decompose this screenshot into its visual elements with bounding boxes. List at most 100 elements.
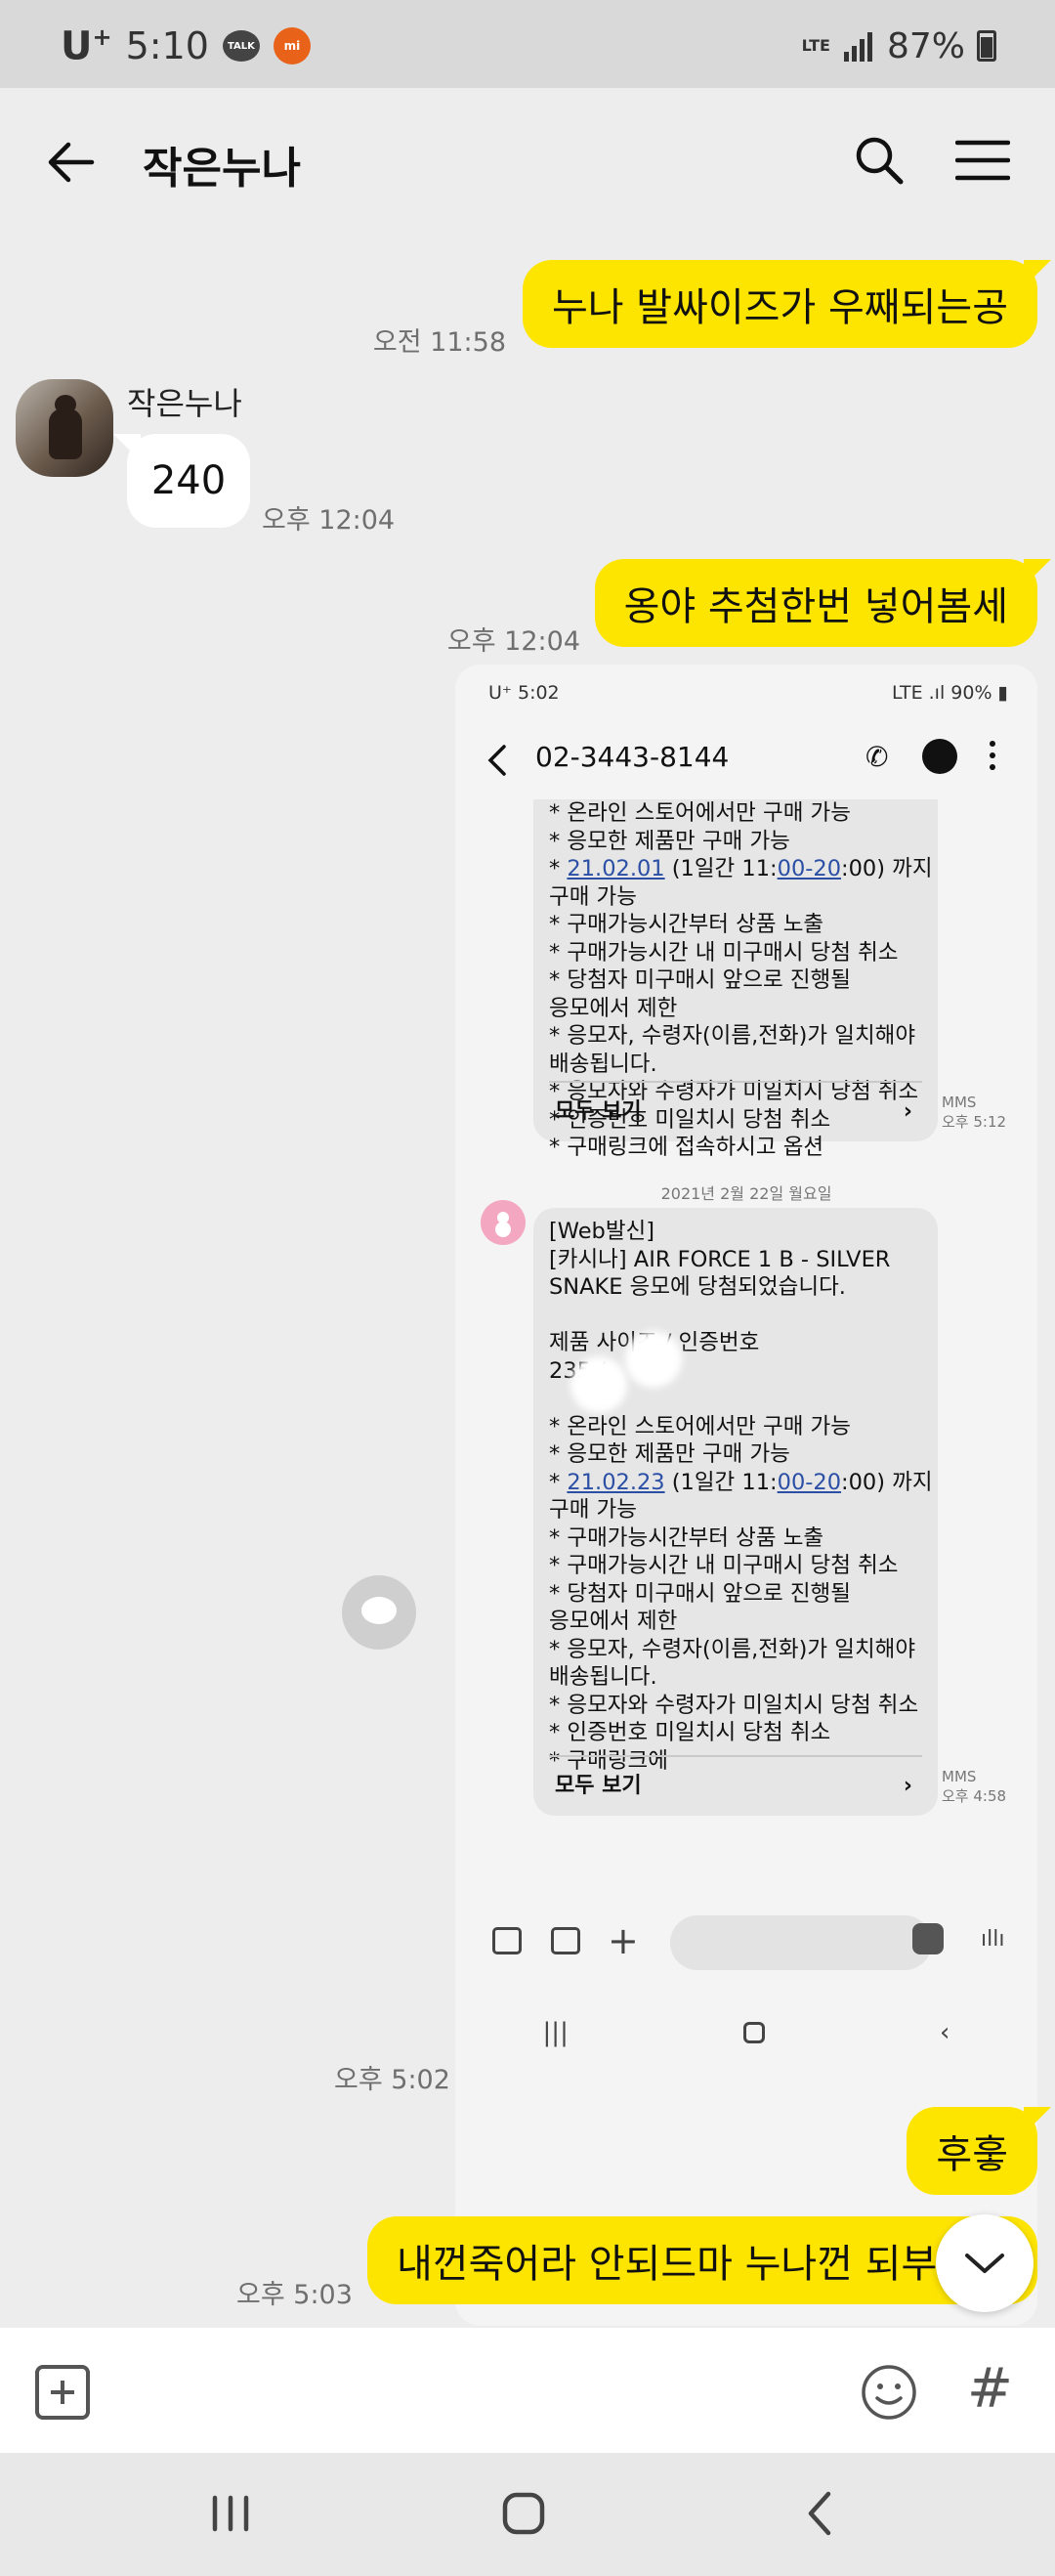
chat-area[interactable]: 누나 발싸이즈가 우째되는공 오전 11:58 작은누나 240 오후 12:0… <box>0 235 1055 2336</box>
shot-recent-icon: ||| <box>542 2018 569 2047</box>
shot-back-icon <box>487 745 506 776</box>
sms-line: * 응모자, 수령자(이름,전화)가 일치해야 <box>549 1023 916 1049</box>
shot-sender-avatar-icon <box>481 1200 526 1245</box>
shot-nav-bar: ||| ‹ <box>455 2003 1037 2062</box>
sms-line: * 21.02.23 (1일간 11:00-20:00) 까지 <box>549 1469 933 1495</box>
back-arrow-icon[interactable] <box>43 135 98 190</box>
sms-line: [Web발신] <box>549 1219 655 1244</box>
see-all-row: 모두 보기 › <box>549 1081 922 1141</box>
shot-camera-icon <box>551 1927 580 1954</box>
see-all-row: 모두 보기 › <box>549 1755 922 1816</box>
message-input[interactable] <box>117 2351 840 2429</box>
system-nav-bar <box>0 2453 1055 2576</box>
menu-icon[interactable] <box>955 139 1010 182</box>
shot-back-nav-icon: ‹ <box>940 2018 950 2047</box>
sms-line: * 당첨자 미구매시 앞으로 진행될 <box>549 1580 851 1607</box>
sms-line: * 구매가능시간부터 상품 노출 <box>549 912 824 937</box>
sms-line <box>549 1302 922 1330</box>
avatar[interactable] <box>16 379 113 477</box>
shot-plus-icon: + <box>608 1919 639 1962</box>
chevron-down-icon <box>965 2254 1004 2273</box>
sms-line: 배송됩니다. <box>549 1664 657 1690</box>
shot-gallery-icon <box>492 1927 522 1954</box>
message-bubble-sent[interactable]: 누나 발싸이즈가 우째되는공 <box>522 260 1052 348</box>
chat-header: 작은누나 <box>0 88 1055 235</box>
sms-line: * 구매가능시간부터 상품 노출 <box>549 1524 824 1551</box>
kakaotalk-notification-icon: TALK <box>222 30 260 62</box>
emoticon-icon[interactable] <box>860 2363 918 2422</box>
shot-status-right: LTE .ıl 90% ▮ <box>892 682 1008 704</box>
chevron-right-icon: › <box>903 1773 912 1798</box>
status-bar: U+ 5:10 TALK mi LTE 87% <box>0 0 1055 88</box>
redaction-blur <box>625 1331 682 1388</box>
sms-line: 응모에서 제한 <box>549 995 678 1021</box>
message-timestamp: 오후 5:03 <box>236 2280 353 2310</box>
shot-status-left: U⁺ 5:02 <box>488 682 560 704</box>
home-icon[interactable] <box>494 2484 553 2543</box>
sms-line: 제품 사이즈 / 인증번호 <box>549 1330 760 1355</box>
sms-line: 구매 가능 <box>549 883 637 910</box>
shot-phone-number: 02-3443-8144 <box>535 741 730 773</box>
sms-line: 배송됩니다. <box>549 1051 657 1077</box>
sms-line: * 응모한 제품만 구매 가능 <box>549 828 790 854</box>
signal-icon <box>843 32 872 62</box>
sms-line: 응모에서 제한 <box>549 1609 678 1634</box>
shot-home-icon <box>742 2022 765 2043</box>
add-attachment-button[interactable] <box>35 2365 90 2420</box>
back-icon[interactable] <box>791 2484 850 2543</box>
message-bubble-sent[interactable]: 옹야 추첨한번 넣어봄세 <box>594 559 1052 647</box>
shot-more-icon <box>989 741 996 776</box>
shot-sms-bubble: * 온라인 스토어에서만 구매 가능 * 응모한 제품만 구매 가능 * 21.… <box>533 799 938 1160</box>
shot-composer: + ıllı <box>455 1906 1037 1984</box>
shot-video-icon <box>922 739 957 774</box>
mi-notification-icon: mi <box>273 27 311 64</box>
shot-call-icon: ✆ <box>865 741 889 773</box>
sms-line: * 당첨자 미구매시 앞으로 진행될 <box>549 967 851 993</box>
message-timestamp: 오전 11:58 <box>372 327 506 358</box>
recent-apps-icon[interactable] <box>201 2484 260 2543</box>
sms-line: * 응모자, 수령자(이름,전화)가 일치해야 <box>549 1636 916 1662</box>
sms-line: [카시나] AIR FORCE 1 B - SILVER <box>549 1246 891 1272</box>
sms-line: 구매 가능 <box>549 1497 637 1523</box>
status-left: U+ 5:10 TALK mi <box>61 22 311 69</box>
see-all-label: 모두 보기 <box>555 1773 642 1798</box>
shot-sms-meta: MMS 오후 5:12 <box>942 1094 1007 1131</box>
sender-name: 작은누나 <box>127 385 242 422</box>
chat-title: 작은누나 <box>143 144 301 193</box>
image-message-screenshot[interactable]: U⁺ 5:02 LTE .ıl 90% ▮ 02-3443-8144 ✆ * 온… <box>455 665 1037 2326</box>
lte-icon: LTE <box>801 36 830 55</box>
message-timestamp: 오후 5:02 <box>334 2065 450 2095</box>
sms-line: * 응모한 제품만 구매 가능 <box>549 1441 790 1467</box>
sms-line: * 응모자와 수령자가 미일치시 당첨 취소 <box>549 1692 919 1718</box>
message-timestamp: 오후 12:04 <box>262 505 396 536</box>
chat-bubble-icon[interactable] <box>342 1575 416 1650</box>
shot-sms-bubble: [Web발신] [카시나] AIR FORCE 1 B - SILVER SNA… <box>533 1208 938 1816</box>
shot-sms-header: 02-3443-8144 ✆ <box>455 721 1037 799</box>
battery-icon <box>977 30 996 62</box>
sms-line: * 21.02.01 (1일간 11:00-20:00) 까지 <box>549 856 933 881</box>
search-icon[interactable] <box>852 133 907 188</box>
sms-line: * 인증번호 미일치시 당첨 취소 <box>549 1720 831 1745</box>
message-bubble-sent[interactable]: 후훟 <box>907 2107 1051 2195</box>
hashtag-search-button[interactable]: # <box>967 2357 1013 2421</box>
sms-line: SNAKE 응모에 당첨되었습니다. <box>549 1274 846 1300</box>
message-bubble-received[interactable]: 240 <box>113 434 250 528</box>
battery-percent: 87% <box>886 25 965 66</box>
sms-line: * 온라인 스토어에서만 구매 가능 <box>549 1413 851 1439</box>
sms-line: * 구매가능시간 내 미구매시 당첨 취소 <box>549 939 899 966</box>
status-right: LTE 87% <box>802 25 996 66</box>
status-time: 5:10 <box>125 24 209 67</box>
shot-sticker-icon <box>912 1923 944 1954</box>
chevron-right-icon: › <box>903 1098 912 1124</box>
see-all-label: 모두 보기 <box>555 1098 642 1124</box>
shot-text-field <box>670 1915 932 1970</box>
shot-voice-icon: ıllı <box>981 1927 1005 1952</box>
scroll-to-bottom-button[interactable] <box>936 2214 1034 2312</box>
redaction-blur <box>570 1356 627 1413</box>
shot-sms-meta: MMS 오후 4:58 <box>942 1768 1007 1805</box>
message-composer: # <box>0 2328 1055 2453</box>
carrier-label: U+ <box>61 22 112 69</box>
sms-line: * 구매가능시간 내 미구매시 당첨 취소 <box>549 1553 899 1578</box>
message-timestamp: 오후 12:04 <box>446 626 580 657</box>
sms-line: * 온라인 스토어에서만 구매 가능 <box>549 800 851 826</box>
